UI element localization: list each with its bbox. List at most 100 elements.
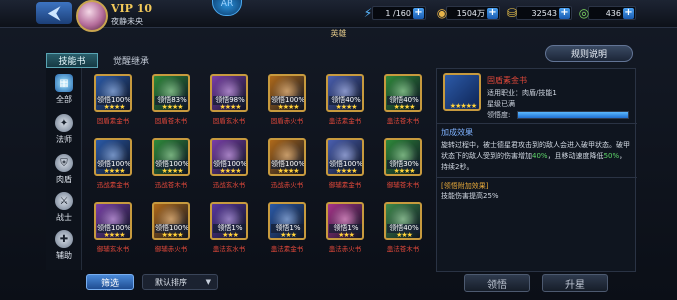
category-support[interactable]: ✚ 辅助 bbox=[48, 230, 80, 264]
effect-title: 加成效果 bbox=[441, 128, 473, 137]
book-name: 迅战玄水书 bbox=[212, 181, 246, 189]
add-stamina-button[interactable]: + bbox=[413, 8, 424, 19]
progress-bar bbox=[517, 111, 629, 119]
category-all[interactable]: ▦ 全部 bbox=[48, 74, 80, 108]
category-tank[interactable]: ⛨ 肉盾 bbox=[48, 154, 80, 188]
book-stars: ★★★★ bbox=[335, 103, 357, 111]
sort-value: 默认排序 bbox=[155, 277, 187, 287]
effect-text-part: ，且移动速度降低 bbox=[547, 152, 604, 160]
book-icon: 领悟100% ★★★★ bbox=[268, 74, 306, 112]
category-label: 肉盾 bbox=[56, 175, 72, 184]
book-icon: 领悟83% ★★★★ bbox=[152, 74, 190, 112]
divider bbox=[437, 123, 637, 124]
extra-effect-text: 技能伤害提高25% bbox=[441, 192, 499, 200]
extra-effect-title: [领悟附加效果] bbox=[441, 182, 489, 190]
book-stars: ★★★★ bbox=[335, 167, 357, 175]
tab-awaken-inherit[interactable]: 觉醒继承 bbox=[104, 53, 158, 68]
stamina-counter: ⚡ 1 /160 + bbox=[364, 6, 426, 20]
book-icon: 领悟100% ★★★★ bbox=[94, 202, 132, 240]
category-label: 全部 bbox=[56, 95, 72, 104]
book-name: 迅战苍木书 bbox=[154, 181, 188, 189]
book-icon: 领悟1% ★★★ bbox=[268, 202, 306, 240]
skill-book-card[interactable]: 领悟100% ★★★★ 固盾赤火书 bbox=[264, 72, 310, 127]
jade-icon: ◎ bbox=[578, 6, 590, 20]
book-name: 蛊法苍木书 bbox=[386, 245, 420, 253]
divider bbox=[437, 177, 637, 178]
filter-button[interactable]: 筛选 bbox=[86, 274, 134, 290]
gold-coin-icon: ◉ bbox=[436, 6, 448, 20]
detail-job: 适用职业：肉盾/技能1 bbox=[487, 89, 557, 97]
book-icon: 领悟100% ★★★★ bbox=[94, 138, 132, 176]
skill-book-card[interactable]: 领悟40% ★★★★ 蛊法苍木书 bbox=[380, 72, 426, 127]
book-icon: 领悟1% ★★★ bbox=[210, 202, 248, 240]
sort-dropdown[interactable]: 默认排序 ▼ bbox=[142, 274, 218, 290]
book-name: 蛊法玄水书 bbox=[212, 245, 246, 253]
skill-book-card[interactable]: 领悟30% ★★★★ 御辅苍木书 bbox=[380, 136, 426, 191]
top-bar: ⮜ VIP 10 夜静未央 AR ⚡ 1 /160 + ◉ 1504万 + ⛁ … bbox=[0, 0, 677, 32]
book-icon: 领悟100% ★★★★ bbox=[326, 138, 364, 176]
book-icon: 领悟100% ★★★★ bbox=[210, 138, 248, 176]
book-stars: ★★★★ bbox=[393, 167, 415, 175]
book-stars: ★★★★ bbox=[219, 167, 241, 175]
skill-book-card[interactable]: 领悟100% ★★★★ 迅战赤火书 bbox=[264, 136, 310, 191]
add-jade-button[interactable]: + bbox=[623, 8, 634, 19]
skill-book-card[interactable]: 领悟98% ★★★★ 固盾玄水书 bbox=[206, 72, 252, 127]
progress-label: 领悟度: bbox=[487, 111, 511, 119]
book-stars: ★★★ bbox=[338, 231, 355, 239]
upgrade-star-button[interactable]: 升星 bbox=[542, 274, 608, 292]
effect-highlight: 40% bbox=[532, 152, 548, 160]
guild-emblem-icon[interactable]: AR bbox=[212, 0, 242, 16]
detail-book-name: 固盾素金书 bbox=[487, 76, 527, 85]
book-stars: ★★★ bbox=[280, 231, 297, 239]
skill-book-card[interactable]: 领悟40% ★★★★ 蛊法素金书 bbox=[322, 72, 368, 127]
skill-book-card[interactable]: 领悟1% ★★★ 蛊法素金书 bbox=[264, 200, 310, 255]
detail-level: 星级已满 bbox=[487, 100, 515, 108]
book-stars: ★★★★ bbox=[277, 103, 299, 111]
chevron-down-icon: ▼ bbox=[205, 278, 211, 286]
skill-book-card[interactable]: 领悟100% ★★★★ 迅战素金书 bbox=[90, 136, 136, 191]
book-stars: ★★★★ bbox=[219, 103, 241, 111]
username: 夜静未央 bbox=[111, 17, 143, 26]
jade-counter: ◎ 436 + bbox=[579, 6, 636, 20]
book-name: 御辅苍木书 bbox=[386, 181, 420, 189]
book-name: 御辅赤火书 bbox=[154, 245, 188, 253]
book-name: 迅战赤火书 bbox=[270, 181, 304, 189]
mage-icon: ✦ bbox=[55, 114, 73, 132]
skill-book-card[interactable]: 领悟100% ★★★★ 御辅赤火书 bbox=[148, 200, 194, 255]
skill-book-card[interactable]: 领悟100% ★★★★ 迅战玄水书 bbox=[206, 136, 252, 191]
detail-panel: ★★★★★ 固盾素金书 适用职业：肉盾/技能1 星级已满 领悟度: 加成效果 旋… bbox=[436, 68, 637, 272]
add-gold-button[interactable]: + bbox=[487, 8, 498, 19]
section-title: 英雄 bbox=[330, 29, 347, 38]
skill-book-card[interactable]: 领悟1% ★★★ 蛊法赤火书 bbox=[322, 200, 368, 255]
stamina-icon: ⚡ bbox=[363, 6, 373, 20]
book-icon: 领悟30% ★★★★ bbox=[384, 138, 422, 176]
comprehend-button[interactable]: 领悟 bbox=[464, 274, 530, 292]
skill-book-card[interactable]: 领悟100% ★★★★ 御辅素金书 bbox=[322, 136, 368, 191]
detail-book-icon: ★★★★★ bbox=[443, 73, 481, 111]
book-stars: ★★★★ bbox=[161, 103, 183, 111]
back-button[interactable]: ⮜ bbox=[36, 2, 72, 24]
book-icon: 领悟1% ★★★ bbox=[326, 202, 364, 240]
shield-icon: ⛨ bbox=[55, 154, 73, 172]
book-stars: ★★★★ bbox=[161, 231, 183, 239]
rules-button[interactable]: 规则说明 bbox=[545, 45, 633, 62]
book-stars: ★★★★ bbox=[103, 167, 125, 175]
detail-stars: ★★★★★ bbox=[449, 102, 477, 110]
skill-book-card[interactable]: 领悟100% ★★★★ 固盾素金书 bbox=[90, 72, 136, 127]
skill-book-card[interactable]: 领悟83% ★★★★ 固盾苍木书 bbox=[148, 72, 194, 127]
grid-icon: ▦ bbox=[55, 74, 73, 92]
skill-book-card[interactable]: 领悟1% ★★★ 蛊法玄水书 bbox=[206, 200, 252, 255]
skill-book-card[interactable]: 领悟40% ★★★ 蛊法苍木书 bbox=[380, 200, 426, 255]
book-stars: ★★★★ bbox=[161, 167, 183, 175]
skill-book-card[interactable]: 领悟100% ★★★★ 御辅玄水书 bbox=[90, 200, 136, 255]
category-label: 战士 bbox=[56, 213, 72, 222]
ingot-value: 32543 bbox=[531, 8, 557, 18]
tab-skill-books[interactable]: 技能书 bbox=[46, 53, 98, 68]
book-icon: 领悟100% ★★★★ bbox=[268, 138, 306, 176]
stamina-value: 1 /160 bbox=[385, 8, 411, 18]
skill-book-card[interactable]: 领悟100% ★★★★ 迅战苍木书 bbox=[148, 136, 194, 191]
add-ingot-button[interactable]: + bbox=[559, 8, 570, 19]
book-name: 蛊法赤火书 bbox=[328, 245, 362, 253]
category-warrior[interactable]: ⚔ 战士 bbox=[48, 192, 80, 226]
category-mage[interactable]: ✦ 法师 bbox=[48, 114, 80, 148]
